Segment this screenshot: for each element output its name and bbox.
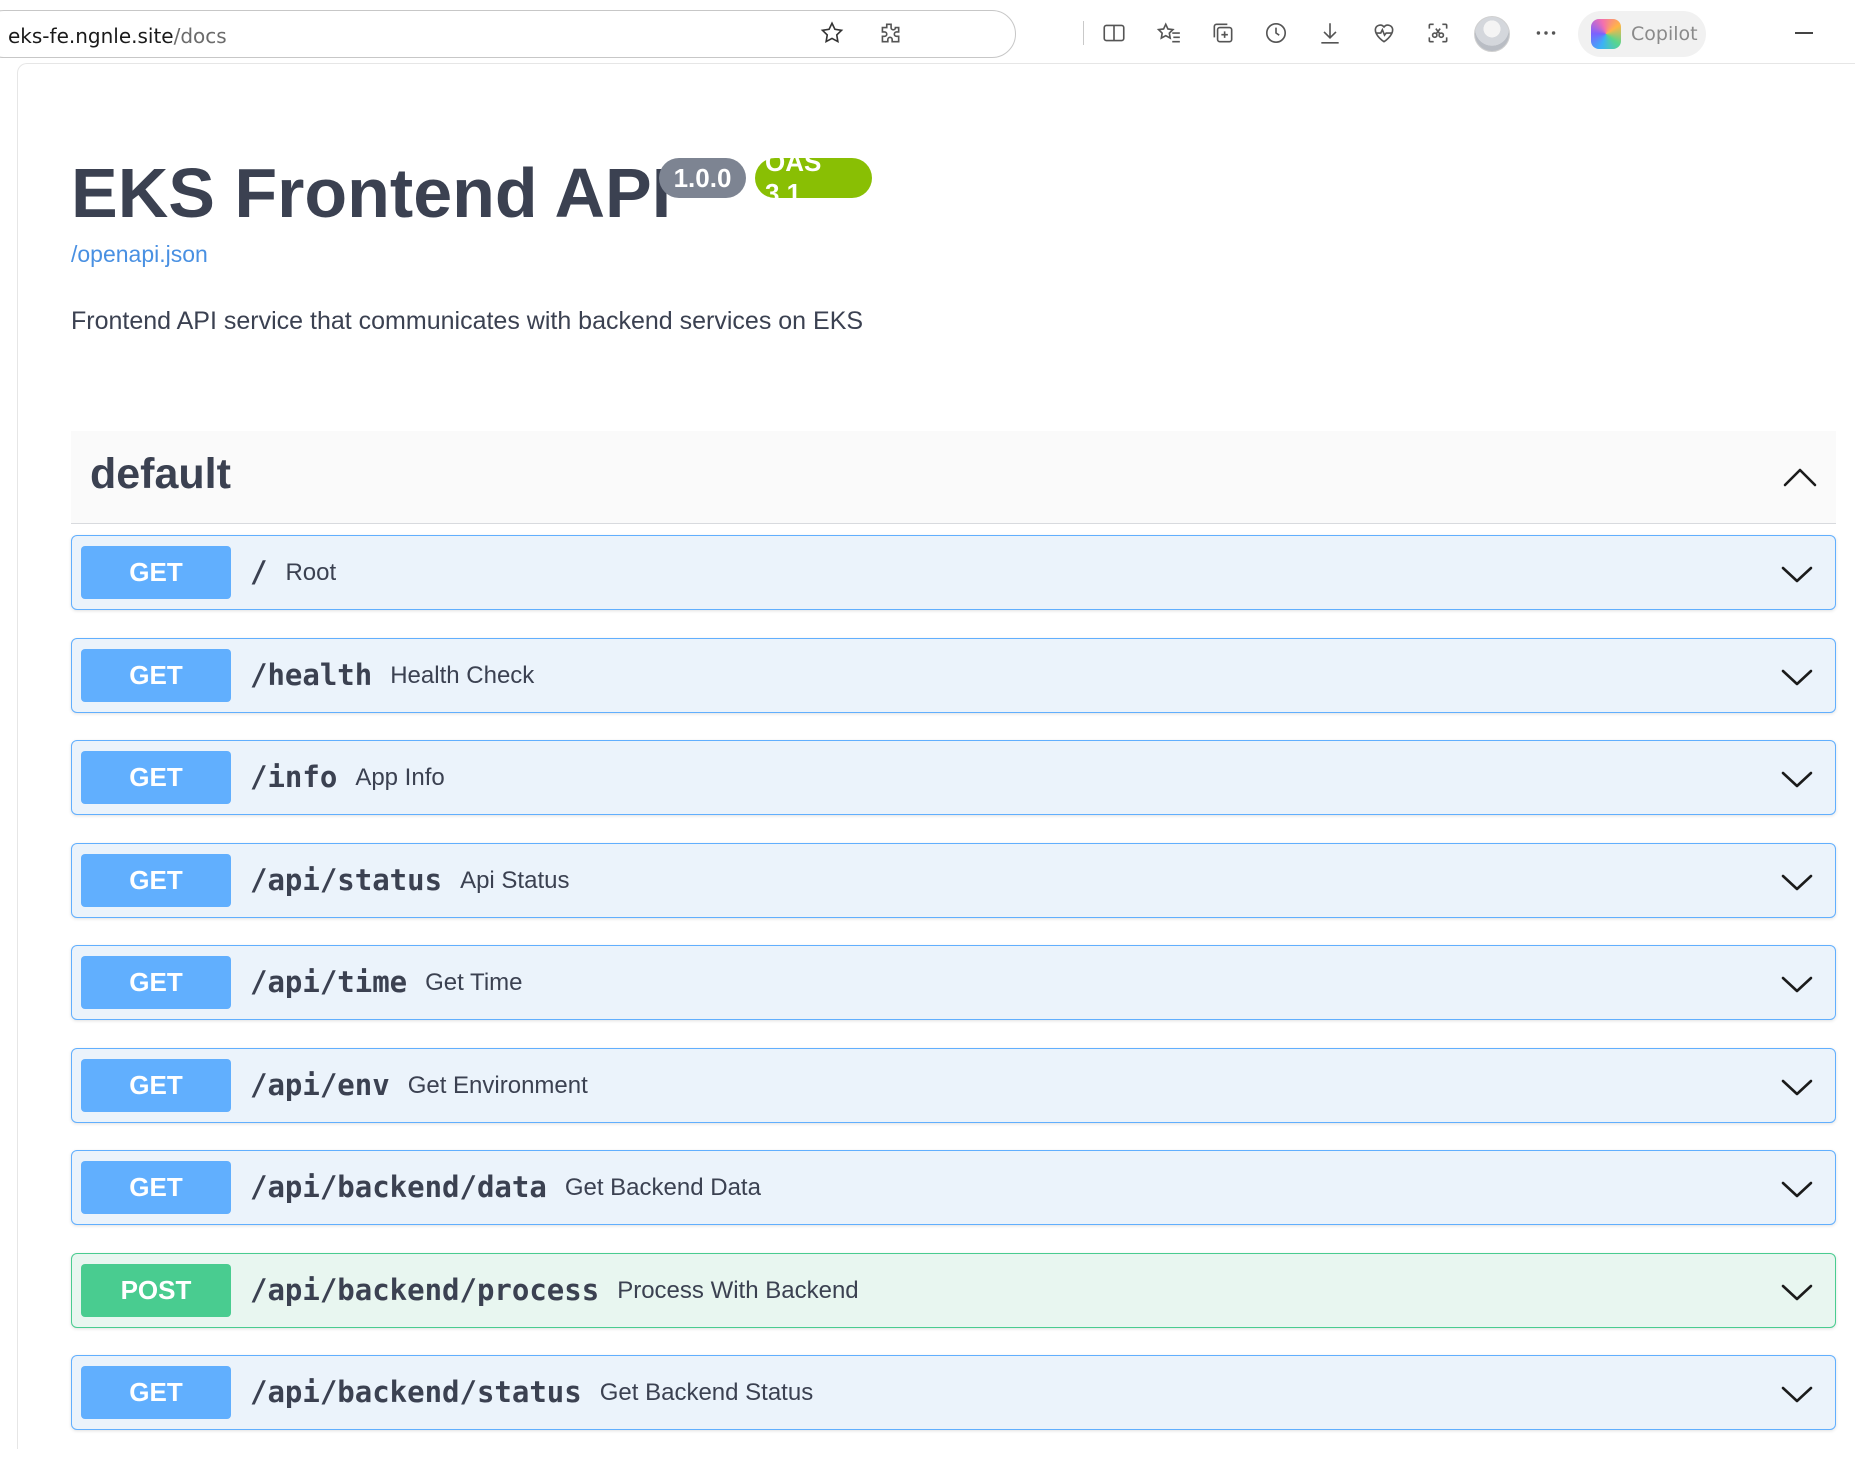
chevron-down-icon[interactable] — [1777, 1374, 1817, 1414]
api-description: Frontend API service that communicates w… — [71, 307, 864, 335]
tag-section-header[interactable]: default — [71, 431, 1836, 524]
chevron-up-icon[interactable] — [1780, 457, 1820, 497]
operation-path: /health — [250, 657, 373, 692]
download-icon[interactable] — [1312, 15, 1348, 51]
tag-name: default — [90, 450, 231, 498]
chevron-down-icon[interactable] — [1777, 657, 1817, 697]
method-badge: GET — [81, 853, 231, 907]
browser-toolbar: eks-fe.ngnle.site/docs Copilot — [0, 0, 1855, 66]
method-badge: GET — [81, 956, 231, 1009]
method-badge: GET — [81, 648, 231, 702]
more-icon[interactable] — [1528, 15, 1564, 51]
chevron-down-icon[interactable] — [1777, 554, 1817, 594]
operation-path: /api/backend/process — [250, 1272, 600, 1307]
operation-summary: Get Time — [425, 969, 523, 996]
operation-path: /api/env — [250, 1067, 390, 1102]
operation-summary: Process With Backend — [617, 1276, 859, 1304]
method-badge: GET — [81, 1058, 231, 1112]
address-host: eks-fe.ngnle.site — [8, 24, 174, 48]
operation-summary: Health Check — [390, 661, 535, 689]
extensions-icon[interactable] — [872, 15, 908, 51]
openapi-json-link[interactable]: /openapi.json — [71, 241, 208, 268]
chevron-down-icon[interactable] — [1777, 759, 1817, 799]
copilot-icon — [1591, 19, 1621, 49]
chevron-down-icon[interactable] — [1777, 964, 1817, 1004]
profile-avatar[interactable] — [1474, 16, 1510, 52]
address-path: /docs — [173, 24, 227, 48]
oas-badge: OAS 3.1 — [755, 147, 872, 208]
operation-get-api-env[interactable]: GET /api/env Get Environment — [71, 1047, 1836, 1123]
operation-summary: Get Backend Status — [599, 1379, 814, 1406]
operation-summary: Root — [285, 559, 337, 586]
operation-summary: Get Backend Data — [564, 1174, 761, 1201]
operation-post-api-backend-process[interactable]: POST /api/backend/process Process With Ba… — [71, 1252, 1836, 1328]
star-icon[interactable] — [814, 15, 850, 51]
operation-summary: Get Environment — [407, 1071, 588, 1099]
health-icon[interactable] — [1366, 15, 1402, 51]
copilot-button[interactable]: Copilot — [1578, 11, 1706, 57]
api-title: EKS Frontend API — [71, 154, 672, 232]
history-icon[interactable] — [1258, 15, 1294, 51]
operation-path: /api/time — [250, 965, 408, 999]
copilot-label: Copilot — [1631, 23, 1698, 45]
operation-get-api-status[interactable]: GET /api/status Api Status — [71, 842, 1836, 918]
operation-path: / — [250, 555, 268, 589]
screenshot-icon[interactable] — [1420, 15, 1456, 51]
method-badge: GET — [81, 751, 231, 804]
method-badge: GET — [81, 1161, 231, 1214]
operation-get-info[interactable]: GET /info App Info — [71, 740, 1836, 815]
operation-path: /api/backend/data — [250, 1170, 547, 1204]
operation-summary: App Info — [355, 764, 445, 791]
address-bar[interactable]: eks-fe.ngnle.site/docs — [0, 10, 1016, 58]
chevron-down-icon[interactable] — [1777, 862, 1817, 902]
chevron-down-icon[interactable] — [1777, 1169, 1817, 1209]
collections-icon[interactable] — [1205, 15, 1241, 51]
operation-path: /api/status — [250, 862, 443, 897]
operation-get-api-backend-data[interactable]: GET /api/backend/data Get Backend Data — [71, 1150, 1836, 1225]
favorites-icon[interactable] — [1151, 15, 1187, 51]
address-url[interactable]: eks-fe.ngnle.site/docs — [8, 24, 227, 48]
operation-get-health[interactable]: GET /health Health Check — [71, 637, 1836, 713]
split-screen-icon[interactable] — [1096, 15, 1132, 51]
operation-get-api-time[interactable]: GET /api/time Get Time — [71, 945, 1836, 1020]
version-badge: 1.0.0 — [659, 158, 746, 198]
method-badge: GET — [81, 546, 231, 599]
operation-summary: Api Status — [460, 866, 570, 894]
operation-path: /api/backend/status — [250, 1375, 582, 1409]
chevron-down-icon[interactable] — [1777, 1272, 1817, 1312]
method-badge: GET — [81, 1366, 231, 1419]
operation-get-api-backend-status[interactable]: GET /api/backend/status Get Backend Statu… — [71, 1355, 1836, 1430]
operation-get-root[interactable]: GET / Root — [71, 535, 1836, 610]
chevron-down-icon[interactable] — [1777, 1067, 1817, 1107]
method-badge: POST — [81, 1263, 231, 1317]
operation-path: /info — [250, 760, 338, 794]
minimize-icon[interactable] — [1795, 32, 1813, 34]
toolbar-separator — [1083, 21, 1084, 45]
operations-list: GET / Root GET /health Health Check GET /i… — [71, 535, 1836, 1458]
